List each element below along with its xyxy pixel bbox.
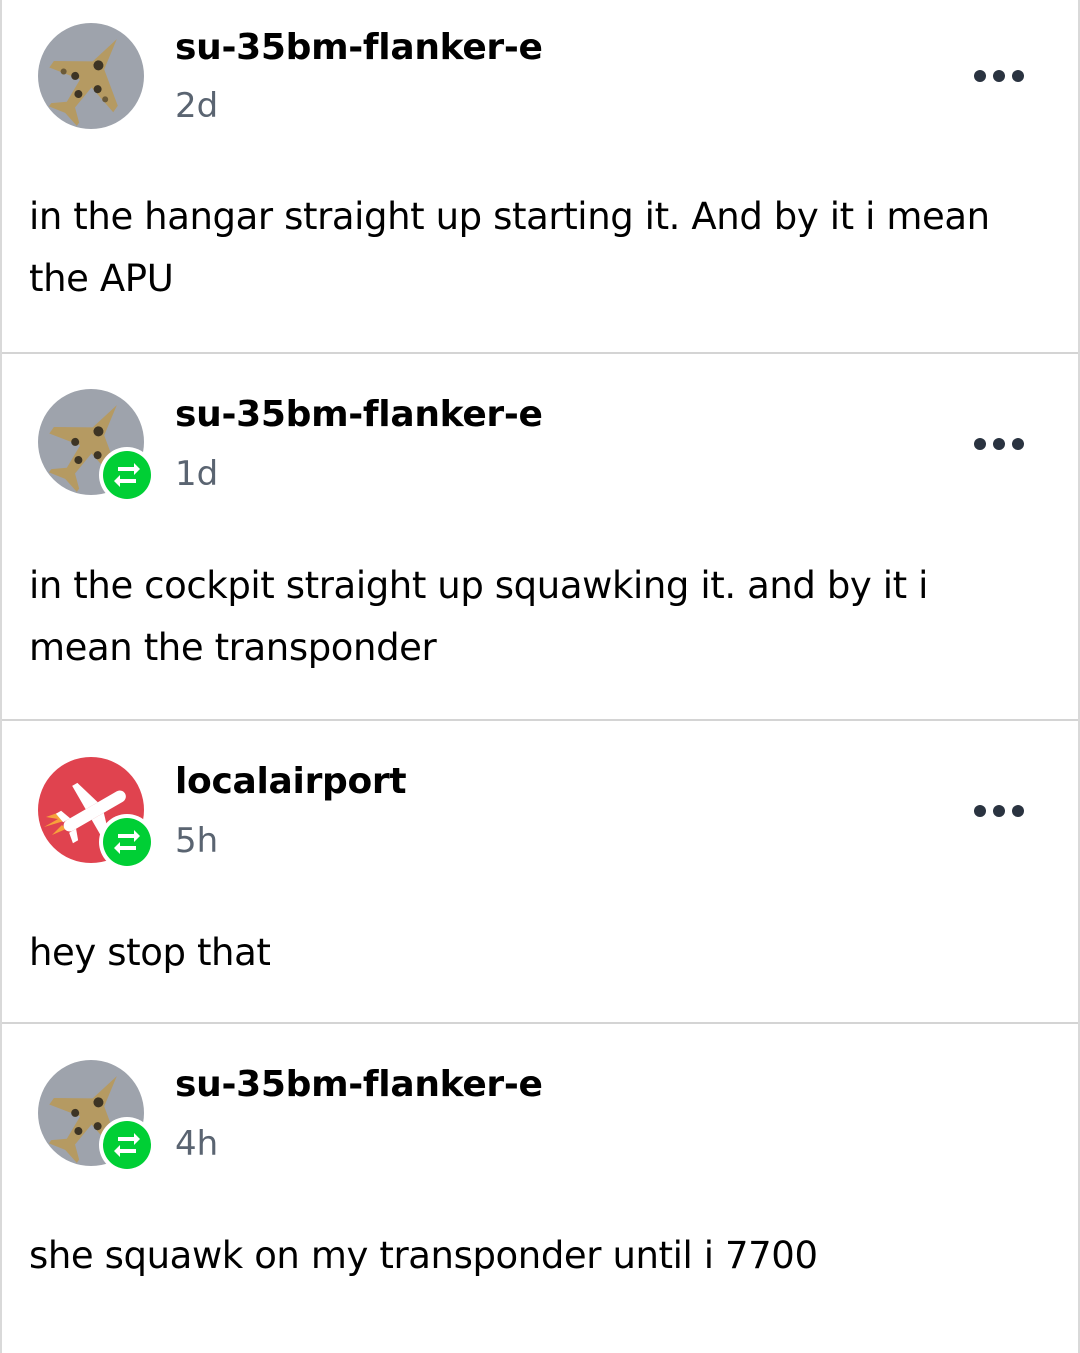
more-dots-icon[interactable]: [974, 435, 1024, 451]
post-username[interactable]: su-35bm-flanker-e: [175, 394, 543, 435]
avatar[interactable]: [38, 23, 144, 129]
reblog-thread: su-35bm-flanker-e 2d in the hangar strai…: [0, 0, 1080, 1353]
post-body: hey stop that: [29, 931, 271, 974]
post-username[interactable]: su-35bm-flanker-e: [175, 27, 543, 68]
more-dots-icon[interactable]: [974, 802, 1024, 818]
post: su-35bm-flanker-e 2d in the hangar strai…: [2, 0, 1078, 352]
reblog-icon: [99, 447, 155, 503]
post-timestamp[interactable]: 2d: [175, 86, 218, 126]
post-timestamp[interactable]: 4h: [175, 1124, 218, 1164]
post: su-35bm-flanker-e 4h she squawk on my tr…: [2, 1022, 1078, 1353]
reblog-icon: [99, 1117, 155, 1173]
reblog-icon: [99, 814, 155, 870]
jet-camo-avatar: [38, 23, 144, 129]
post-username[interactable]: su-35bm-flanker-e: [175, 1064, 543, 1105]
post: su-35bm-flanker-e 1d in the cockpit stra…: [2, 352, 1078, 719]
post: localairport 5h hey stop that: [2, 719, 1078, 1022]
post-username[interactable]: localairport: [175, 761, 407, 802]
more-dots-icon[interactable]: [974, 67, 1024, 83]
post-timestamp[interactable]: 1d: [175, 454, 218, 494]
post-body: in the cockpit straight up squawking it.…: [29, 564, 929, 669]
post-timestamp[interactable]: 5h: [175, 821, 218, 861]
post-body: in the hangar straight up starting it. A…: [29, 195, 990, 300]
post-body: she squawk on my transponder until i 770…: [29, 1234, 818, 1277]
